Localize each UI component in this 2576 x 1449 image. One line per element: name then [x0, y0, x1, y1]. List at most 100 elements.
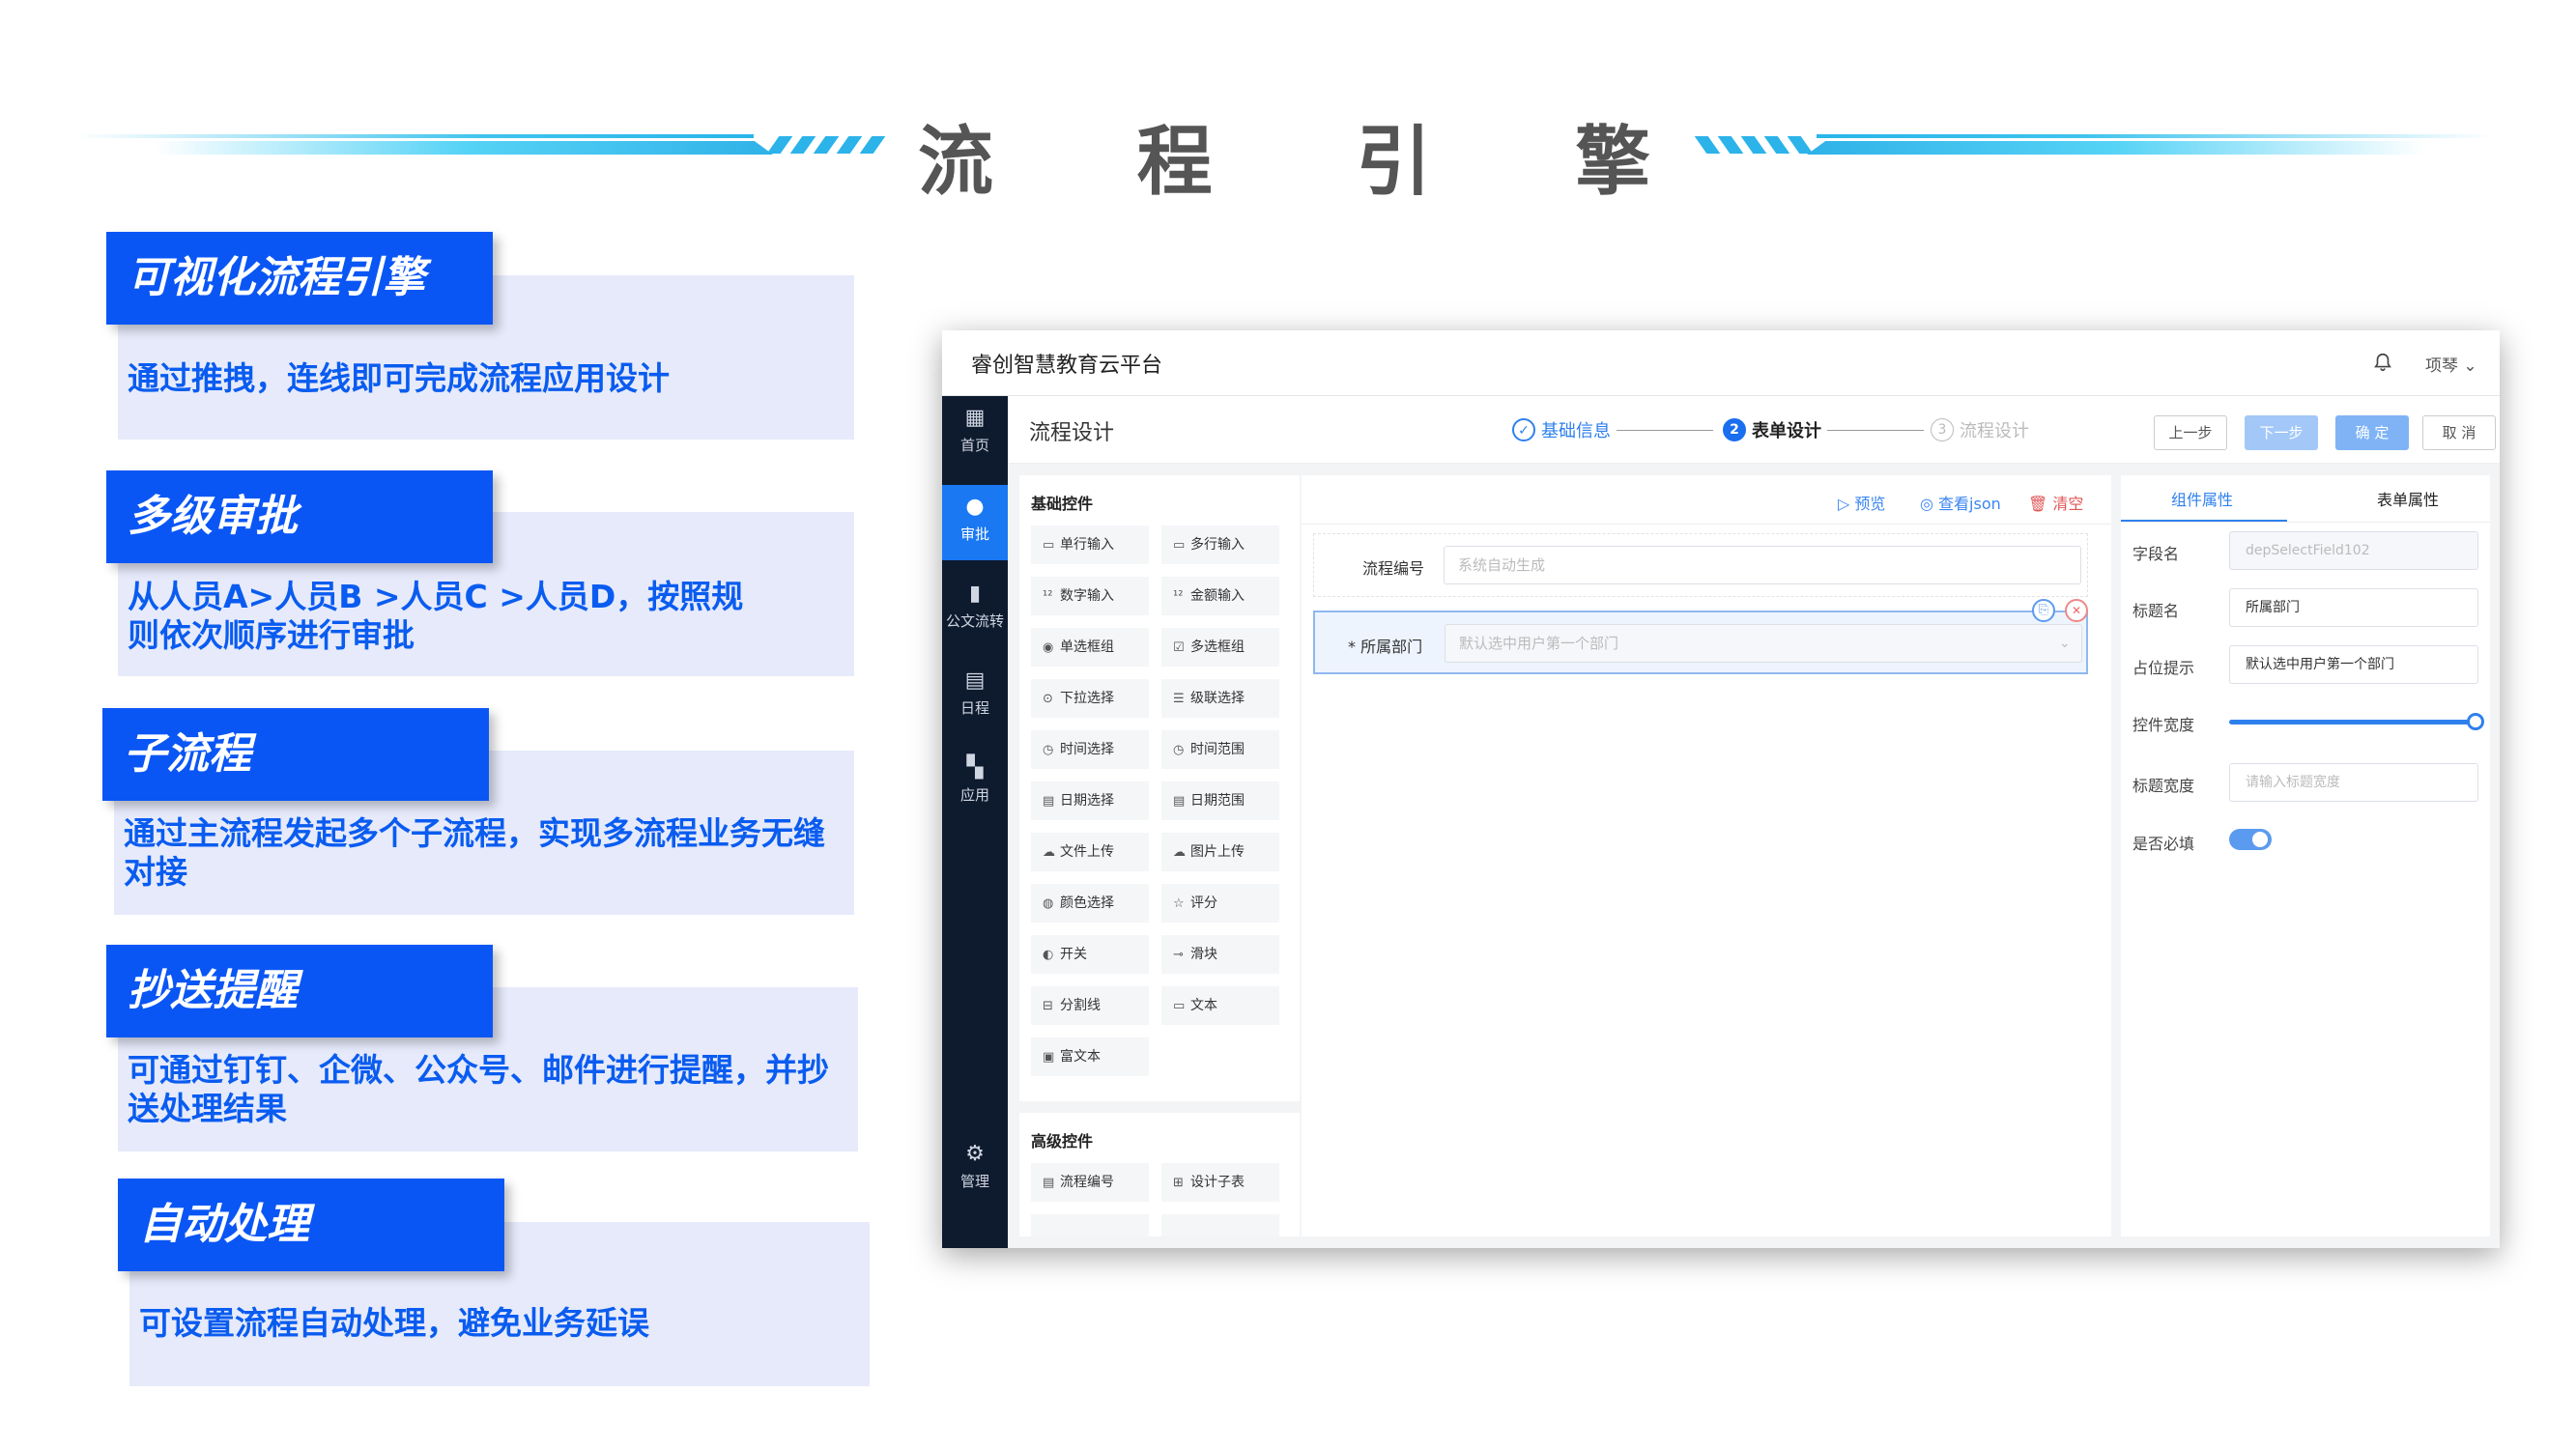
tab-form-props[interactable]: 表单属性 — [2377, 487, 2439, 510]
nav-apps[interactable]: ▚ 应用 — [942, 746, 1008, 821]
next-button[interactable]: 下一步 — [2245, 415, 2318, 450]
control-rich-text[interactable]: ▣ 富文本 — [1031, 1037, 1149, 1076]
cancel-button[interactable]: 取 消 — [2422, 415, 2496, 450]
form-field-flow-number[interactable]: 流程编号 系统自动生成 — [1313, 533, 2088, 597]
control-label: 数字输入 — [1060, 588, 1114, 604]
advanced-controls-panel: 高级控件 ▤ 流程编号 ⊞ 设计子表 — [1019, 1113, 1300, 1236]
control-label: 颜色选择 — [1060, 895, 1114, 911]
department-select[interactable]: 默认选中用户第一个部门 — [1445, 624, 2082, 663]
control-number-input[interactable]: ¹² 数字输入 — [1031, 577, 1149, 615]
confirm-button[interactable]: 确 定 — [2335, 415, 2409, 450]
palette-icon: ◍ — [1043, 896, 1054, 911]
control-more[interactable] — [1161, 1214, 1279, 1236]
control-label: 设计子表 — [1190, 1175, 1245, 1190]
doc-icon: ▮ — [968, 582, 982, 606]
required-toggle[interactable] — [2229, 829, 2272, 850]
nav-approval[interactable]: ● 审批 — [942, 485, 1008, 560]
title-char: 程 — [1136, 119, 1215, 206]
control-label: 时间选择 — [1060, 742, 1114, 757]
title-name-input[interactable]: 所属部门 — [2229, 588, 2478, 627]
control-divider[interactable]: ⊟ 分割线 — [1031, 986, 1149, 1025]
control-rating[interactable]: ☆ 评分 — [1161, 884, 1279, 923]
nav-schedule[interactable]: ▤ 日程 — [942, 659, 1008, 734]
field-name-input[interactable]: depSelectField102 — [2229, 531, 2478, 570]
switch-icon: ◐ — [1043, 948, 1054, 962]
bell-icon[interactable] — [2372, 351, 2393, 374]
radio-icon: ◉ — [1043, 640, 1054, 655]
text-icon: ▭ — [1173, 999, 1186, 1013]
number-icon: ▤ — [1043, 1176, 1055, 1190]
step-form-design[interactable]: 2 表单设计 — [1723, 417, 1821, 442]
step-label: 表单设计 — [1752, 421, 1821, 441]
control-text[interactable]: ▭ 文本 — [1161, 986, 1279, 1025]
control-label: 开关 — [1060, 947, 1087, 962]
control-label: 单选框组 — [1060, 639, 1114, 655]
control-label: 流程编号 — [1060, 1175, 1114, 1190]
control-single-input[interactable]: ▭ 单行输入 — [1031, 526, 1149, 564]
step-label: 流程设计 — [1960, 421, 2029, 441]
control-date-picker[interactable]: ▤ 日期选择 — [1031, 781, 1149, 820]
calendar-icon: ▤ — [964, 668, 986, 693]
nav-manage[interactable]: ⚙ 管理 — [942, 1132, 1008, 1208]
control-checkbox-group[interactable]: ☑ 多选框组 — [1161, 628, 1279, 667]
step-label: 基础信息 — [1541, 421, 1611, 441]
nav-documents[interactable]: ▮ 公文流转 — [942, 572, 1008, 647]
user-menu[interactable]: 项琴 ⌄ — [2425, 352, 2477, 376]
title-width-input[interactable]: 请输入标题宽度 — [2229, 763, 2478, 802]
width-slider[interactable] — [2229, 720, 2478, 724]
nav-home[interactable]: ▦ 首页 — [942, 396, 1008, 471]
placeholder-input[interactable]: 默认选中用户第一个部门 — [2229, 645, 2478, 684]
control-label: 下拉选择 — [1060, 691, 1114, 706]
copy-icon[interactable]: ⎘ — [2032, 599, 2055, 622]
header-line-left — [77, 134, 754, 138]
control-cascader[interactable]: ☰ 级联选择 — [1161, 679, 1279, 718]
prop-label: 占位提示 — [2132, 659, 2195, 677]
tool-label: 查看json — [1938, 495, 2001, 513]
clear-button[interactable]: 🗑 清空 — [2028, 491, 2083, 514]
control-file-upload[interactable]: ☁ 文件上传 — [1031, 833, 1149, 871]
nav-label: 日程 — [959, 699, 989, 717]
page-title: 流 程 引 擎 — [918, 101, 1652, 206]
control-label: 图片上传 — [1190, 844, 1245, 860]
control-color-picker[interactable]: ◍ 颜色选择 — [1031, 884, 1149, 923]
control-label: 级联选择 — [1190, 691, 1245, 706]
tab-component-props[interactable]: 组件属性 — [2171, 487, 2233, 510]
field-label: * 所属部门 — [1348, 638, 1423, 656]
view-json-button[interactable]: ◎ 查看json — [1920, 491, 2001, 514]
divider — [2121, 522, 2490, 523]
control-image-upload[interactable]: ☁ 图片上传 — [1161, 833, 1279, 871]
control-radio-group[interactable]: ◉ 单选框组 — [1031, 628, 1149, 667]
prev-button[interactable]: 上一步 — [2154, 415, 2227, 450]
properties-panel: 组件属性 表单属性 字段名 depSelectField102 标题名 所属部门… — [2121, 475, 2490, 1236]
play-icon: ▷ — [1838, 495, 1855, 513]
step-basic-info[interactable]: ✓ 基础信息 — [1512, 417, 1611, 442]
feature-title: 抄送提醒 — [106, 945, 493, 1037]
toggle-knob — [2252, 832, 2268, 847]
control-amount-input[interactable]: ¹² 金额输入 — [1161, 577, 1279, 615]
preview-button[interactable]: ▷ 预览 — [1838, 491, 1885, 514]
control-flow-number[interactable]: ▤ 流程编号 — [1031, 1163, 1149, 1202]
control-time-picker[interactable]: ◷ 时间选择 — [1031, 730, 1149, 769]
clock-icon: ◷ — [1043, 743, 1054, 757]
control-multi-input[interactable]: ▭ 多行输入 — [1161, 526, 1279, 564]
flow-number-input[interactable]: 系统自动生成 — [1444, 546, 2081, 584]
clock-icon: ◷ — [1173, 743, 1185, 757]
control-dropdown[interactable]: ⊙ 下拉选择 — [1031, 679, 1149, 718]
step-number: 2 — [1723, 418, 1746, 441]
control-time-range[interactable]: ◷ 时间范围 — [1161, 730, 1279, 769]
delete-icon[interactable]: ✕ — [2065, 599, 2088, 622]
title-char: 流 — [918, 119, 996, 206]
sidebar: ▦ 首页 ● 审批 ▮ 公文流转 ▤ 日程 ▚ 应用 ⚙ 管理 — [942, 396, 1008, 1248]
form-field-department[interactable]: * 所属部门 默认选中用户第一个部门 ⌄ ⎘ ✕ — [1313, 599, 2088, 674]
feature-title: 自动处理 — [118, 1179, 504, 1271]
control-date-range[interactable]: ▤ 日期范围 — [1161, 781, 1279, 820]
control-label: 评分 — [1190, 895, 1217, 911]
feature-desc: 可通过钉钉、企微、公众号、邮件进行提醒，并抄送处理结果 — [128, 1051, 829, 1127]
slider-handle[interactable] — [2467, 713, 2484, 730]
control-slider[interactable]: ⊸ 滑块 — [1161, 935, 1279, 974]
step-flow-design[interactable]: 3 流程设计 — [1931, 417, 2029, 442]
control-more[interactable] — [1031, 1214, 1149, 1236]
control-subtable[interactable]: ⊞ 设计子表 — [1161, 1163, 1279, 1202]
control-switch[interactable]: ◐ 开关 — [1031, 935, 1149, 974]
date-icon: ▤ — [1043, 794, 1055, 809]
